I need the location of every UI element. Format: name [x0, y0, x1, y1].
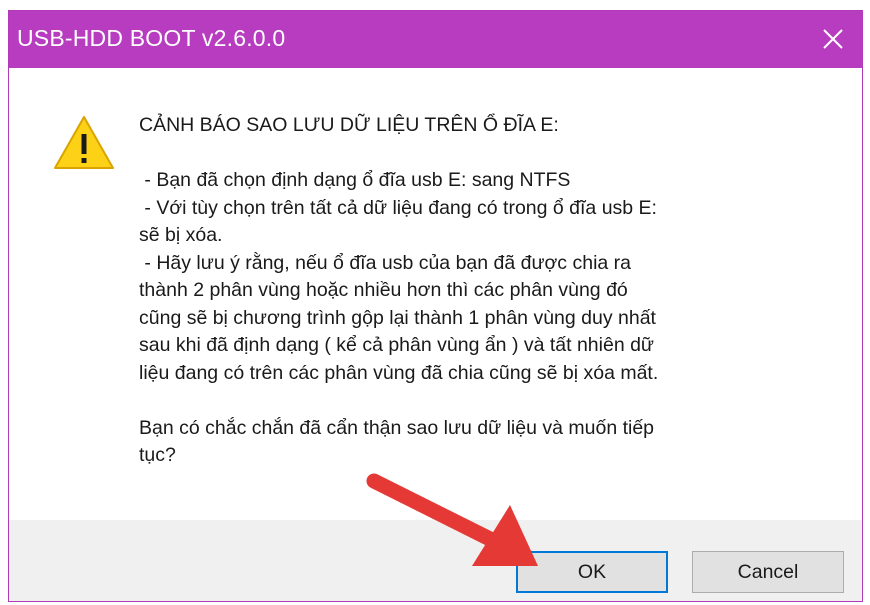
close-button[interactable] [804, 11, 862, 68]
message-dialog: USB-HDD BOOT v2.6.0.0 CẢNH BÁO SAO LƯU D… [8, 10, 863, 602]
warning-message: CẢNH BÁO SAO LƯU DỮ LIỆU TRÊN Ổ ĐĨA E: -… [139, 112, 839, 470]
message-line: - Hãy lưu ý rằng, nếu ổ đĩa usb của bạn … [139, 251, 632, 274]
message-line: tục? [139, 444, 176, 466]
message-line: liệu đang có trên các phân vùng đã chia … [139, 361, 659, 384]
message-line: Bạn có chắc chắn đã cẩn thận sao lưu dữ … [139, 416, 655, 439]
close-icon [823, 29, 843, 49]
message-line: cũng sẽ bị chương trình gộp lại thành 1 … [139, 306, 656, 329]
message-line [139, 387, 839, 415]
message-line: sau khi đã định dạng ( kể cả phân vùng ẩ… [139, 334, 654, 356]
window-title: USB-HDD BOOT v2.6.0.0 [17, 25, 286, 51]
ok-button[interactable]: OK [516, 551, 668, 593]
message-line: - Với tùy chọn trên tất cả dữ liệu đang … [139, 196, 657, 219]
message-line: CẢNH BÁO SAO LƯU DỮ LIỆU TRÊN Ổ ĐĨA E: [139, 114, 559, 136]
message-line: - Bạn đã chọn định dạng ổ đĩa usb E: san… [139, 169, 571, 191]
message-line: sẽ bị xóa. [139, 224, 223, 246]
cancel-button[interactable]: Cancel [692, 551, 844, 593]
button-bar: OK Cancel [9, 520, 862, 601]
title-bar[interactable]: USB-HDD BOOT v2.6.0.0 [9, 11, 862, 68]
message-line [139, 140, 839, 168]
warning-icon [53, 115, 115, 176]
message-line: thành 2 phân vùng hoặc nhiều hơn thì các… [139, 279, 628, 301]
